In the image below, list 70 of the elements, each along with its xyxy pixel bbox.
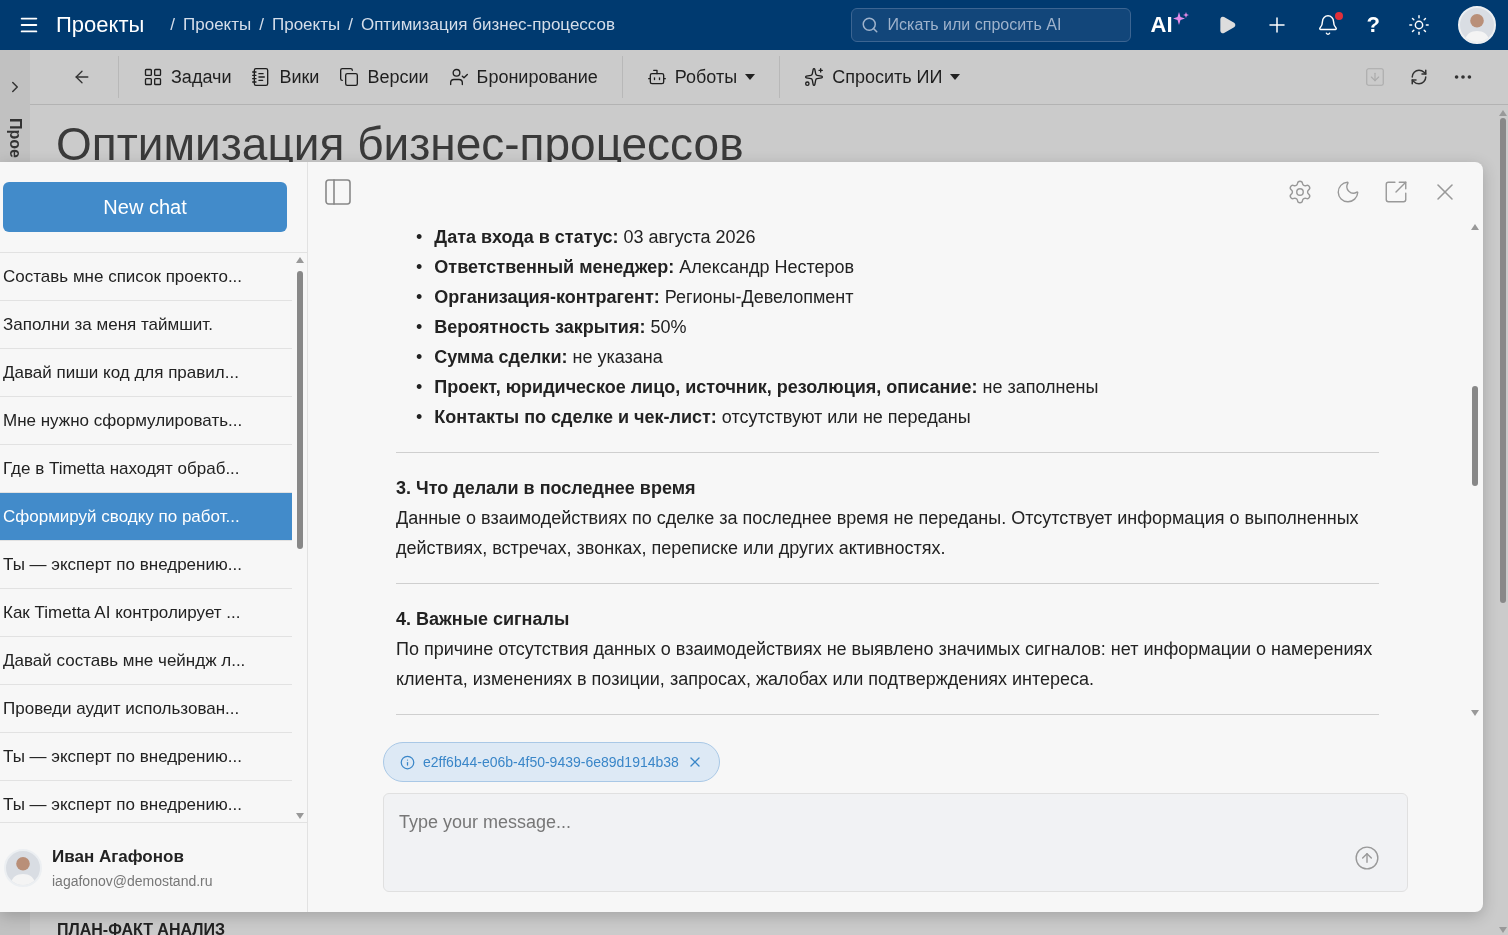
detail-item: Контакты по сделке и чек-лист: отсутствуют или не переданы xyxy=(434,406,971,429)
breadcrumb-link[interactable]: Проекты xyxy=(183,15,252,35)
chat-history-item[interactable]: Ты — эксперт по внедрению... xyxy=(0,733,292,781)
info-icon xyxy=(400,754,415,770)
detail-item: Сумма сделки: не указана xyxy=(434,346,663,369)
bullet: • xyxy=(416,286,423,309)
chat-history-item[interactable]: Ты — эксперт по внедрению... xyxy=(0,781,292,822)
toolbar-button[interactable]: Бронирование xyxy=(438,66,608,88)
chat-history-item[interactable]: Ты — эксперт по внедрению... xyxy=(0,541,292,589)
page-scrollbar[interactable] xyxy=(1498,108,1508,935)
grid-icon xyxy=(143,67,163,87)
breadcrumb-link[interactable]: Проекты xyxy=(271,15,341,35)
breadcrumb-link[interactable]: Оптимизация бизнес-процессов xyxy=(360,15,616,35)
answer-paragraph: По причине отсутствия данных о взаимодействиях не выявлено значимых сигналов: нет информации о намерениях клиента, изменениях в позиции, запросах, жалобах или подтверждениях интереса. xyxy=(396,638,1374,691)
breadcrumb-separator: / xyxy=(259,15,264,35)
chat-history-item[interactable]: Заполни за меня таймшит. xyxy=(0,301,292,349)
bullet: • xyxy=(416,256,423,279)
user-name: Иван Агафонов xyxy=(52,846,185,867)
detail-item: Вероятность закрытия: 50% xyxy=(434,316,687,339)
attachment-id: e2ff6b44-e06b-4f50-9439-6e89d1914b38 xyxy=(423,754,679,770)
answer-heading: 4. Важные сигналы xyxy=(396,608,571,631)
search-field[interactable]: Искать или спросить AI xyxy=(850,8,1131,42)
answer-scrollbar[interactable] xyxy=(1470,222,1480,718)
sparkles-icon xyxy=(804,67,825,87)
app-title: Проекты xyxy=(56,12,145,38)
chat-history-item[interactable]: Как Timetta AI контролирует ... xyxy=(0,589,292,637)
new-chat-button[interactable]: New chat xyxy=(3,182,287,232)
open-external-icon[interactable] xyxy=(1383,179,1409,205)
settings-icon[interactable] xyxy=(1287,179,1313,205)
search-icon xyxy=(860,16,879,34)
ai-button[interactable]: AI xyxy=(1150,12,1189,38)
chat-history-item[interactable]: Мне нужно сформулировать... xyxy=(0,397,292,445)
bullet: • xyxy=(416,226,423,249)
user-check-icon xyxy=(448,67,469,87)
toolbar-button[interactable]: Версии xyxy=(329,66,439,88)
moon-icon[interactable] xyxy=(1335,179,1361,205)
bullet: • xyxy=(416,376,423,399)
message-field[interactable]: Type your message... xyxy=(383,793,1408,892)
section-heading: ПЛАН-ФАКТ АНАЛИЗ xyxy=(57,921,225,935)
breadcrumb-separator: / xyxy=(348,15,353,35)
chat-history-item[interactable]: Сформируй сводку по работ... xyxy=(0,493,292,541)
chat-history-item[interactable]: Проведи аудит использован... xyxy=(0,685,292,733)
answer-heading: 3. Что делали в последнее время xyxy=(396,477,697,500)
page-title: Оптимизация бизнес-процессов xyxy=(56,117,745,171)
toolbar-button[interactable]: Спросить ИИ xyxy=(794,66,971,88)
user-email: iagafonov@demostand.ru xyxy=(52,872,213,889)
copy-icon xyxy=(339,67,360,87)
user-avatar[interactable] xyxy=(1458,6,1496,44)
bullet: • xyxy=(416,316,423,339)
help-button[interactable]: ? xyxy=(1366,12,1380,38)
toolbar-button[interactable]: Задачи xyxy=(133,66,242,88)
sun-icon[interactable] xyxy=(1408,14,1430,36)
chat-history-item[interactable]: Давай пиши код для правил... xyxy=(0,349,292,397)
bullet: • xyxy=(416,406,423,429)
breadcrumb-separator: / xyxy=(170,15,175,35)
toolbar-button[interactable]: Вики xyxy=(241,66,330,88)
bullet: • xyxy=(416,346,423,369)
sidebar-toggle-icon[interactable] xyxy=(322,176,354,208)
detail-item: Ответственный менеджер: Александр Нестеров xyxy=(434,256,855,279)
robot-icon xyxy=(646,67,667,87)
detail-item: Дата входа в статус: 03 августа 2026 xyxy=(434,226,756,249)
detail-item: Проект, юридическое лицо, источник, резолюция, описание: не заполнены xyxy=(434,376,1099,399)
chat-history-item[interactable]: Составь мне список проекто... xyxy=(0,253,292,301)
chat-history-item[interactable]: Давай составь мне чейндж л... xyxy=(0,637,292,685)
history-scrollbar[interactable] xyxy=(295,255,305,821)
toolbar-button[interactable]: Роботы xyxy=(636,66,766,88)
detail-item: Организация-контрагент: Регионы-Девелопмент xyxy=(434,286,854,309)
side-panel-label[interactable]: Прое xyxy=(6,118,24,158)
answer-paragraph: Данные о взаимодействиях по сделке за последнее время не переданы. Отсутствует информация о выполненных действиях, встречах, звонках, переписке или других активностях. xyxy=(396,507,1360,560)
refresh-icon[interactable] xyxy=(1410,68,1428,86)
